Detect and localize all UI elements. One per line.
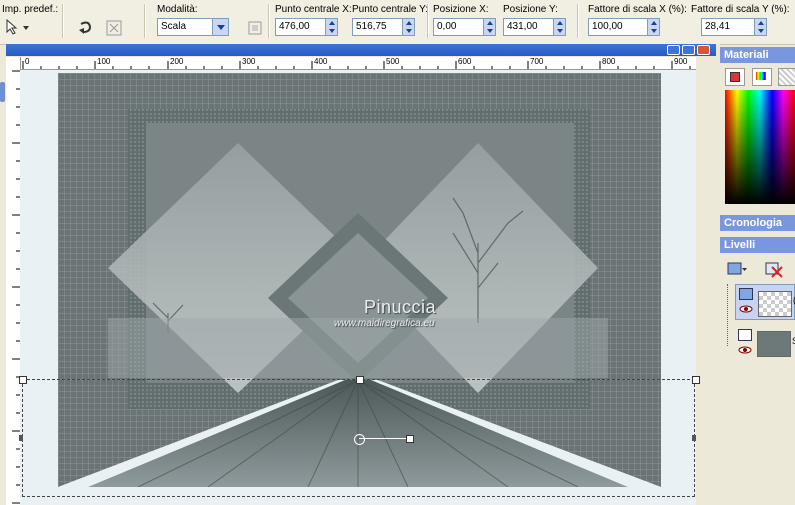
layer-row-selected[interactable]: ( [735,284,795,320]
color-spectrum-picker[interactable] [725,90,795,204]
layer-row[interactable]: S [735,324,795,360]
frame-tab-icon[interactable] [725,68,745,86]
pivot-point[interactable] [354,434,365,445]
ruler-tick: 900 [674,57,688,66]
pointer-icon [6,18,29,35]
center-y-label: Punto centrale Y: [352,4,428,15]
maximize-icon[interactable] [682,45,695,55]
right-handle[interactable] [692,435,696,441]
reset-icon[interactable] [75,18,95,38]
horizontal-ruler: 0 100 200 300 400 500 600 700 800 900 [20,57,696,70]
separator [577,4,579,38]
layers-panel-header[interactable]: Livelli [720,237,795,253]
delete-layer-icon[interactable] [764,259,784,279]
scale-x-label: Fattore di scala X (%): [588,4,687,15]
scroll-tab[interactable] [0,82,5,102]
ruler-tick: 300 [242,57,256,66]
center-x-spinner[interactable] [325,18,338,36]
eye-icon[interactable] [739,305,753,313]
pos-x-label: Posizione X: [433,4,489,15]
rotation-handle[interactable] [406,435,414,443]
watermark-title: Pinuccia [364,297,437,317]
mode-label: Modalità: [157,4,198,15]
history-panel-header[interactable]: Cronologia [720,215,795,231]
spectrum-tab-icon[interactable] [752,68,772,86]
separator [144,4,146,38]
layer-type-icon [738,329,752,341]
left-handle[interactable] [19,435,23,441]
ruler-tick: 400 [314,57,328,66]
top-handle[interactable] [356,376,364,384]
materials-panel-header[interactable]: Materiali [720,47,795,63]
separator [268,4,270,38]
scale-y-label: Fattore di scala Y (%): [691,4,790,15]
document-title-bar [6,44,716,56]
rotation-arm [359,438,409,439]
ruler-tick: 800 [602,57,616,66]
materials-panel [720,63,795,208]
ruler-tick: 500 [386,57,400,66]
close-icon[interactable] [697,45,710,55]
ruler-tick: 200 [170,57,184,66]
eye-icon[interactable] [738,346,752,354]
apply-deform-icon[interactable] [104,18,124,38]
minimize-icon[interactable] [667,45,680,55]
pattern-tab-icon[interactable] [778,68,795,86]
center-x-label: Punto centrale X: [275,4,352,15]
layer-thumbnail [758,291,792,317]
separator [62,4,64,38]
ruler-tick: 0 [25,57,30,66]
preset-dropdown[interactable] [4,18,30,35]
new-layer-icon[interactable] [726,259,748,279]
pos-y-spinner[interactable] [553,18,566,36]
layer-type-icon [739,288,753,300]
ruler-tick: 700 [530,57,544,66]
center-y-spinner[interactable] [402,18,415,36]
preset-label: Imp. predef.: [2,4,59,15]
separator [427,4,429,38]
scale-x-spinner[interactable] [647,18,660,36]
layer-group-line [727,284,732,346]
watermark-url: www.maidiregrafica.eu [334,318,435,329]
pos-y-label: Posizione Y: [503,4,558,15]
ruler-tick: 600 [458,57,472,66]
top-left-handle[interactable] [19,376,27,384]
pos-x-spinner[interactable] [483,18,496,36]
ruler-tick: 100 [97,57,111,66]
transform-icon[interactable] [245,18,265,38]
scale-y-spinner[interactable] [754,18,767,36]
top-right-handle[interactable] [692,376,700,384]
layer-thumbnail [757,331,791,357]
tool-options-bar: Imp. predef.: Modalità: Scala Punto cent… [0,0,795,45]
chevron-down-icon[interactable] [212,18,229,36]
